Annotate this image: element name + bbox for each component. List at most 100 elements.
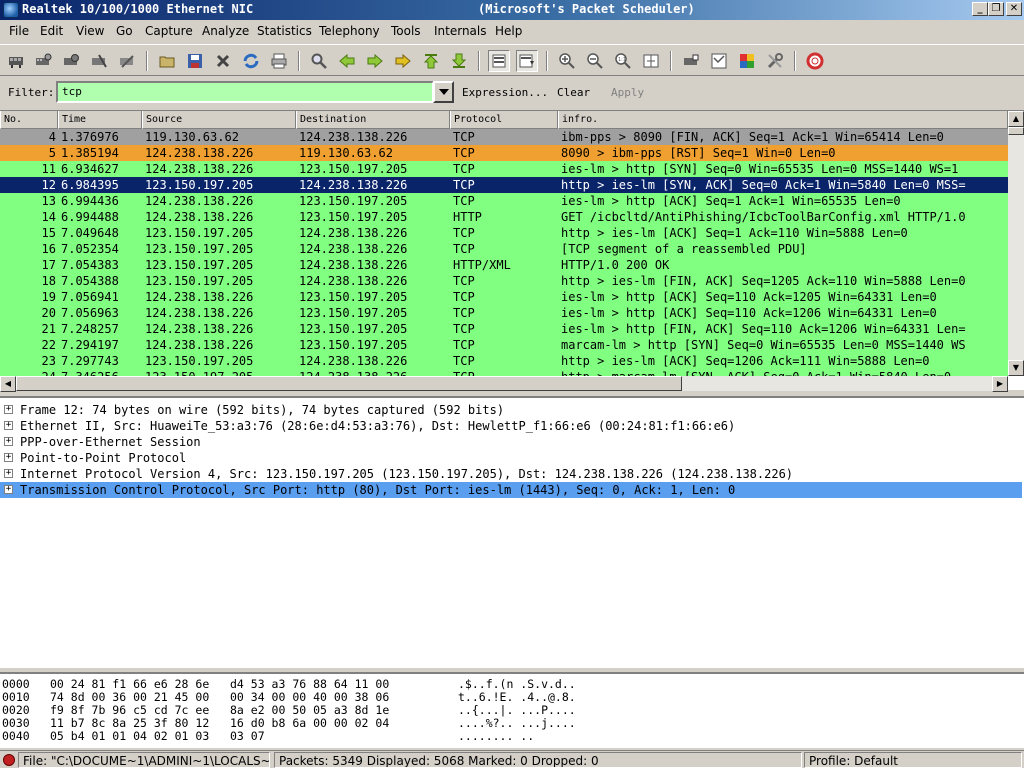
minimize-button[interactable]: _ <box>972 2 988 16</box>
hex-offset[interactable]: 0040 <box>2 729 30 743</box>
detail-tree-item[interactable]: + Frame 12: 74 bytes on wire (592 bits), … <box>0 402 1022 418</box>
detail-tree-item[interactable]: + Internet Protocol Version 4, Src: 123.1… <box>0 466 1022 482</box>
packet-row[interactable]: 11 6.934627 124.238.138.226 123.150.197.205… <box>0 161 1008 177</box>
expand-plus-icon[interactable]: + <box>4 421 13 430</box>
close-file-icon[interactable] <box>212 50 234 72</box>
help-icon[interactable] <box>804 50 826 72</box>
capture-options-icon[interactable] <box>32 50 54 72</box>
scroll-right-icon[interactable]: ▶ <box>992 376 1008 392</box>
column-header-protocol[interactable]: Protocol <box>450 111 558 129</box>
hex-offset[interactable]: 0030 <box>2 716 30 730</box>
packet-row[interactable]: 23 7.297743 123.150.197.205 124.238.138.226… <box>0 353 1008 369</box>
zoom-normal-icon[interactable]: 1:1 <box>612 50 634 72</box>
packet-row[interactable]: 21 7.248257 124.238.138.226 123.150.197.205… <box>0 321 1008 337</box>
maximize-button[interactable]: ❐ <box>988 2 1004 16</box>
menu-help[interactable]: Help <box>495 24 522 38</box>
hex-bytes[interactable]: 00 24 81 f1 66 e6 28 6e d4 53 a3 76 88 6… <box>50 677 389 691</box>
close-button[interactable]: ✕ <box>1006 2 1022 16</box>
detail-tree-item[interactable]: + PPP-over-Ethernet Session <box>0 434 1022 450</box>
hex-offset[interactable]: 0020 <box>2 703 30 717</box>
clear-button[interactable]: Clear <box>557 86 590 99</box>
colorize-icon[interactable] <box>488 50 510 72</box>
packet-row[interactable]: 5 1.385194 124.238.138.226 119.130.63.62 TCP… <box>0 145 1008 161</box>
menu-capture[interactable]: Capture <box>145 24 193 38</box>
hex-ascii[interactable]: ..{...|. ...P.... <box>458 703 576 717</box>
expand-plus-icon[interactable]: + <box>4 437 13 446</box>
hex-bytes[interactable]: f9 8f 7b 96 c5 cd 7c ee 8a e2 00 50 05 a… <box>50 703 389 717</box>
packet-row[interactable]: 17 7.054383 123.150.197.205 124.238.138.226… <box>0 257 1008 273</box>
preferences-icon[interactable] <box>764 50 786 72</box>
go-to-packet-icon[interactable] <box>392 50 414 72</box>
hex-bytes[interactable]: 05 b4 01 01 04 02 01 03 03 07 <box>50 729 265 743</box>
hex-ascii[interactable]: ....%?.. ...j.... <box>458 716 576 730</box>
reload-icon[interactable] <box>240 50 262 72</box>
capture-filters-icon[interactable] <box>680 50 702 72</box>
restart-capture-icon[interactable] <box>116 50 138 72</box>
coloring-rules-icon[interactable] <box>736 50 758 72</box>
display-filters-icon[interactable] <box>708 50 730 72</box>
menu-telephony[interactable]: Telephony <box>319 24 380 38</box>
status-profile[interactable]: Profile: Default <box>804 752 1022 768</box>
expert-info-icon[interactable] <box>3 754 15 766</box>
resize-columns-icon[interactable] <box>640 50 662 72</box>
expression-button[interactable]: Expression... <box>462 86 548 99</box>
packet-row[interactable]: 15 7.049648 123.150.197.205 124.238.138.226… <box>0 225 1008 241</box>
packet-row[interactable]: 19 7.056941 124.238.138.226 123.150.197.205… <box>0 289 1008 305</box>
scroll-thumb[interactable] <box>1008 127 1024 135</box>
start-capture-icon[interactable] <box>60 50 82 72</box>
packet-list-horizontal-scrollbar[interactable]: ◀ ▶ <box>0 376 1008 392</box>
menu-tools[interactable]: Tools <box>391 24 421 38</box>
packet-row[interactable]: 12 6.984395 123.150.197.205 124.238.138.226… <box>0 177 1008 193</box>
scroll-left-icon[interactable]: ◀ <box>0 376 16 392</box>
print-icon[interactable] <box>268 50 290 72</box>
detail-tree-item[interactable]: + Point-to-Point Protocol <box>0 450 1022 466</box>
hex-ascii[interactable]: ........ .. <box>458 729 534 743</box>
packet-row[interactable]: 13 6.994436 124.238.138.226 123.150.197.205… <box>0 193 1008 209</box>
column-header-destination[interactable]: Destination <box>296 111 450 129</box>
hex-ascii[interactable]: t..6.!E. .4..@.8. <box>458 690 576 704</box>
menu-edit[interactable]: Edit <box>40 24 63 38</box>
packet-row[interactable]: 4 1.376976 119.130.63.62 124.238.138.226 TCP… <box>0 129 1008 145</box>
column-header-source[interactable]: Source <box>142 111 296 129</box>
menu-file[interactable]: File <box>9 24 29 38</box>
menu-analyze[interactable]: Analyze <box>202 24 249 38</box>
expand-plus-icon[interactable]: + <box>4 469 13 478</box>
apply-button[interactable]: Apply <box>611 86 644 99</box>
packet-row[interactable]: 14 6.994488 124.238.138.226 123.150.197.205… <box>0 209 1008 225</box>
menu-view[interactable]: View <box>76 24 104 38</box>
detail-tree-item[interactable]: + Transmission Control Protocol, Src Port… <box>0 482 1022 498</box>
expand-plus-icon[interactable]: + <box>4 485 13 494</box>
packet-row[interactable]: 18 7.054388 123.150.197.205 124.238.138.226… <box>0 273 1008 289</box>
go-first-icon[interactable] <box>420 50 442 72</box>
zoom-out-icon[interactable] <box>584 50 606 72</box>
packet-list-vertical-scrollbar[interactable]: ▲ ▼ <box>1008 111 1024 376</box>
menu-internals[interactable]: Internals <box>434 24 487 38</box>
zoom-in-icon[interactable] <box>556 50 578 72</box>
hex-bytes[interactable]: 74 8d 00 36 00 21 45 00 00 34 00 00 40 0… <box>50 690 389 704</box>
packet-row[interactable]: 20 7.056963 124.238.138.226 123.150.197.205… <box>0 305 1008 321</box>
scroll-up-icon[interactable]: ▲ <box>1008 111 1024 127</box>
expand-plus-icon[interactable]: + <box>4 405 13 414</box>
save-file-icon[interactable] <box>184 50 206 72</box>
hex-bytes[interactable]: 11 b7 8c 8a 25 3f 80 12 16 d0 b8 6a 00 0… <box>50 716 389 730</box>
column-header-info[interactable]: infro. <box>558 111 1008 129</box>
open-file-icon[interactable] <box>156 50 178 72</box>
packet-row[interactable]: 22 7.294197 124.238.138.226 123.150.197.205… <box>0 337 1008 353</box>
auto-scroll-icon[interactable] <box>516 50 538 72</box>
packet-row[interactable]: 247.346256123.150.197.205124.238.138.226… <box>0 369 1008 376</box>
column-header-time[interactable]: Time <box>58 111 142 129</box>
hex-ascii[interactable]: .$..f.(n .S.v.d.. <box>458 677 576 691</box>
menu-go[interactable]: Go <box>116 24 133 38</box>
hex-offset[interactable]: 0010 <box>2 690 30 704</box>
scroll-thumb[interactable] <box>16 376 682 391</box>
detail-tree-item[interactable]: + Ethernet II, Src: HuaweiTe_53:a3:76 (28… <box>0 418 1022 434</box>
hex-offset[interactable]: 0000 <box>2 677 30 691</box>
go-last-icon[interactable] <box>448 50 470 72</box>
filter-dropdown-button[interactable] <box>433 81 454 103</box>
stop-capture-icon[interactable] <box>88 50 110 72</box>
expand-plus-icon[interactable]: + <box>4 453 13 462</box>
scroll-down-icon[interactable]: ▼ <box>1008 360 1024 376</box>
packet-row[interactable]: 16 7.052354 123.150.197.205 124.238.138.226… <box>0 241 1008 257</box>
interface-list-icon[interactable] <box>5 50 27 72</box>
filter-input[interactable]: tcp <box>56 81 434 103</box>
